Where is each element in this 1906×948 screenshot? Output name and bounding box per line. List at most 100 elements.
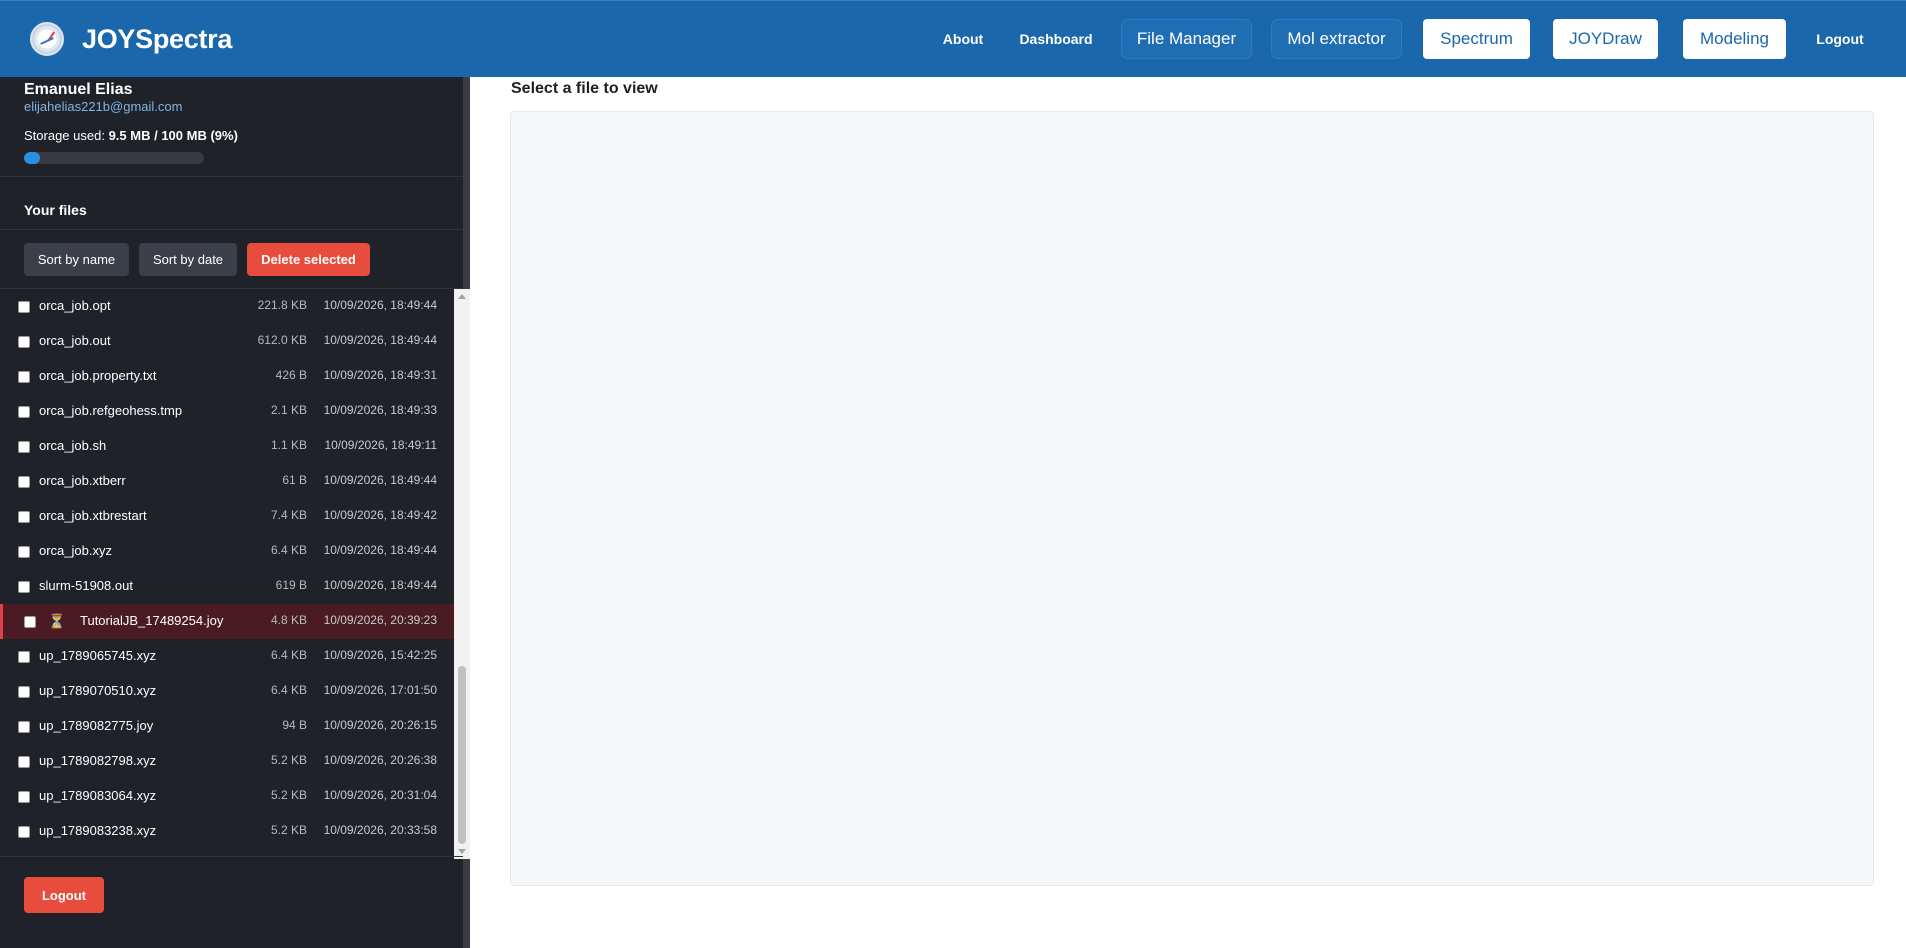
file-size: 6.4 KB [270, 683, 307, 697]
nav-mol-extractor[interactable]: Mol extractor [1271, 19, 1402, 59]
file-name[interactable]: up_1789070510.xyz [39, 683, 156, 698]
nav-spectrum[interactable]: Spectrum [1423, 19, 1530, 59]
storage-progress-fill [24, 152, 41, 164]
file-name[interactable]: up_1789083064.xyz [39, 788, 156, 803]
file-name[interactable]: orca_job.xtberr [39, 473, 126, 488]
file-row[interactable]: orca_job.xtbrestart 7.4 KB 10/09/2026, 18:… [0, 499, 454, 534]
file-size: 5.2 KB [270, 823, 307, 837]
file-size: 7.4 KB [270, 508, 307, 522]
file-name[interactable]: orca_job.opt [39, 298, 111, 313]
file-name[interactable]: orca_job.property.txt [39, 368, 157, 383]
nav-about[interactable]: About [934, 19, 992, 59]
hourglass-icon: ⏳ [48, 613, 66, 629]
file-date: 10/09/2026, 20:31:04 [323, 788, 437, 802]
file-list: orca_job.opt 221.8 KB 10/09/2026, 18:49:44… [0, 289, 454, 859]
file-date: 10/09/2026, 15:42:25 [323, 648, 437, 662]
nav-logout[interactable]: Logout [1812, 19, 1868, 59]
file-name[interactable]: slurm-51908.out [39, 578, 133, 593]
file-checkbox[interactable] [18, 791, 30, 803]
top-navbar: JOYSpectra About Dashboard File Manager … [0, 0, 1906, 77]
file-row[interactable]: orca_job.xyz 6.4 KB 10/09/2026, 18:49:44 [0, 534, 454, 569]
scrollbar-thumb[interactable] [458, 666, 466, 844]
file-row[interactable]: up_1789082798.xyz 5.2 KB 10/09/2026, 20:26… [0, 744, 454, 779]
delete-selected-button[interactable]: Delete selected [247, 243, 370, 276]
file-row[interactable]: up_1789070510.xyz 6.4 KB 10/09/2026, 17:01… [0, 674, 454, 709]
file-size: 61 B [282, 473, 307, 487]
file-checkbox[interactable] [18, 511, 30, 523]
file-date: 10/09/2026, 18:49:31 [323, 368, 437, 382]
file-size: 5.2 KB [270, 753, 307, 767]
file-row[interactable]: orca_job.sh 1.1 KB 10/09/2026, 18:49:11 [0, 429, 454, 464]
file-date: 10/09/2026, 18:49:44 [323, 473, 437, 487]
file-row[interactable]: orca_job.refgeohess.tmp 2.1 KB 10/09/2026,… [0, 394, 454, 429]
file-checkbox[interactable] [18, 686, 30, 698]
divider [0, 229, 463, 230]
file-row[interactable]: orca_job.property.txt 426 B 10/09/2026, 18… [0, 359, 454, 394]
file-checkbox[interactable] [18, 581, 30, 593]
nav-joydraw[interactable]: JOYDraw [1553, 19, 1658, 59]
file-checkbox[interactable] [18, 476, 30, 488]
file-size: 1.1 KB [270, 438, 307, 452]
file-row[interactable]: orca_job.xtberr 61 B 10/09/2026, 18:49:44 [0, 464, 454, 499]
file-size: 612.0 KB [257, 333, 307, 347]
file-date: 10/09/2026, 18:49:11 [324, 438, 437, 452]
file-name[interactable]: orca_job.xyz [39, 543, 112, 558]
file-row[interactable]: up_1789083238.xyz 5.2 KB 10/09/2026, 20:33… [0, 814, 454, 849]
app-logo-icon [30, 22, 64, 56]
divider [0, 176, 463, 177]
file-size: 2.1 KB [270, 403, 307, 417]
file-date: 10/09/2026, 18:49:44 [323, 298, 437, 312]
file-row[interactable]: orca_job.out 612.0 KB 10/09/2026, 18:49:44 [0, 324, 454, 359]
file-checkbox[interactable] [18, 441, 30, 453]
file-viewer-panel [510, 111, 1874, 886]
file-row[interactable]: up_1789083064.xyz 5.2 KB 10/09/2026, 20:31… [0, 779, 454, 814]
sort-by-date-button[interactable]: Sort by date [139, 243, 237, 276]
file-date: 10/09/2026, 20:26:38 [323, 753, 437, 767]
file-checkbox[interactable] [18, 371, 30, 383]
brand[interactable]: JOYSpectra [30, 22, 232, 56]
file-name[interactable]: orca_job.sh [39, 438, 106, 453]
user-email: elijahelias221b@gmail.com [24, 99, 183, 114]
file-name[interactable]: up_1789065745.xyz [39, 648, 156, 663]
file-row[interactable]: orca_job.opt 221.8 KB 10/09/2026, 18:49:44 [0, 289, 454, 324]
nav-modeling[interactable]: Modeling [1683, 19, 1786, 59]
sidebar-logout-button[interactable]: Logout [24, 877, 104, 913]
file-row[interactable]: up_1789082775.joy 94 B 10/09/2026, 20:26:1… [0, 709, 454, 744]
file-name[interactable]: orca_job.xtbrestart [39, 508, 147, 523]
file-name[interactable]: up_1789083238.xyz [39, 823, 156, 838]
files-section-title: Your files [24, 202, 87, 218]
file-name[interactable]: up_1789082775.joy [39, 718, 153, 733]
file-size: 6.4 KB [270, 543, 307, 557]
file-date: 10/09/2026, 18:49:33 [323, 403, 437, 417]
file-checkbox[interactable] [18, 756, 30, 768]
file-date: 10/09/2026, 20:39:23 [323, 613, 437, 627]
file-date: 10/09/2026, 20:26:15 [323, 718, 437, 732]
scroll-up-icon[interactable] [458, 294, 466, 299]
user-name: Emanuel Elias [24, 81, 133, 98]
file-checkbox[interactable] [18, 651, 30, 663]
app-name: JOYSpectra [82, 23, 233, 54]
nav-file-manager[interactable]: File Manager [1121, 19, 1252, 59]
file-checkbox[interactable] [18, 336, 30, 348]
file-name[interactable]: TutorialJB_17489254.joy [80, 613, 223, 628]
file-row[interactable]: slurm-51908.out 619 B 10/09/2026, 18:49:44 [0, 569, 454, 604]
file-checkbox[interactable] [18, 406, 30, 418]
file-checkbox[interactable] [18, 301, 30, 313]
nav-dashboard[interactable]: Dashboard [1016, 19, 1096, 59]
file-checkbox[interactable] [18, 721, 30, 733]
file-checkbox[interactable] [24, 616, 36, 628]
file-size: 426 B [275, 368, 307, 382]
storage-label: Storage used: [24, 128, 105, 143]
file-name[interactable]: up_1789082798.xyz [39, 753, 156, 768]
scroll-down-icon[interactable] [458, 849, 466, 854]
file-row[interactable]: ⏳ TutorialJB_17489254.joy 4.8 KB 10/09/2026… [0, 604, 454, 639]
file-checkbox[interactable] [18, 546, 30, 558]
file-checkbox[interactable] [18, 826, 30, 838]
file-size: 221.8 KB [257, 298, 307, 312]
storage-usage: Storage used: 9.5 MB / 100 MB (9%) [24, 128, 238, 143]
file-list-scrollbar[interactable] [454, 289, 470, 859]
file-name[interactable]: orca_job.refgeohess.tmp [39, 403, 182, 418]
file-row[interactable]: up_1789065745.xyz 6.4 KB 10/09/2026, 15:42… [0, 639, 454, 674]
file-name[interactable]: orca_job.out [39, 333, 111, 348]
sort-by-name-button[interactable]: Sort by name [24, 243, 129, 276]
